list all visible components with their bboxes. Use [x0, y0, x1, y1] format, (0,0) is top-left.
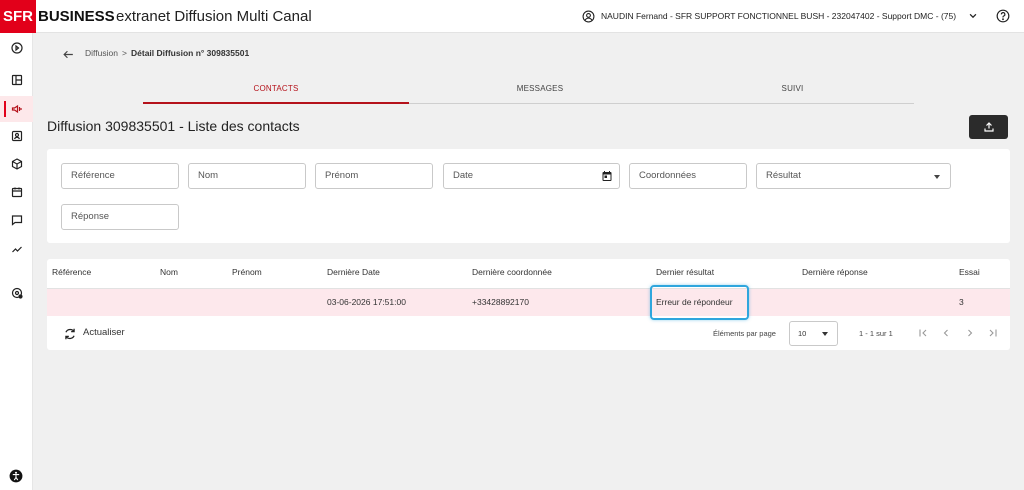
sidebar-item-dashboard[interactable]: [0, 67, 33, 93]
contacts-icon: [11, 130, 22, 142]
prenom-filter-input[interactable]: Prénom: [315, 163, 433, 189]
package-icon: [11, 158, 22, 170]
top-bar: SFR BUSINESS extranet Diffusion Multi Ca…: [0, 0, 1024, 33]
reponse-filter-input[interactable]: Réponse: [61, 204, 179, 230]
page-title: Diffusion 309835501 - Liste des contacts: [47, 118, 300, 134]
sidebar-item-calendar[interactable]: [0, 179, 33, 205]
business-logo-text: BUSINESS: [38, 8, 115, 25]
settings-icon: [11, 287, 23, 299]
chevron-down-icon[interactable]: [968, 11, 978, 21]
upload-icon: [983, 122, 994, 132]
tab-suivi[interactable]: SUIVI: [671, 78, 914, 104]
resultat-filter-select[interactable]: Résultat: [756, 163, 951, 189]
coordonnees-filter-input[interactable]: Coordonnées: [629, 163, 747, 189]
back-arrow-icon[interactable]: [62, 48, 75, 61]
accessibility-icon[interactable]: [9, 469, 23, 483]
column-header-essai[interactable]: Essai: [959, 267, 980, 277]
user-account-icon[interactable]: [582, 10, 595, 23]
cell-focus-outline: [650, 285, 749, 320]
sidebar-item-stats[interactable]: [0, 236, 33, 262]
next-page-icon[interactable]: [964, 327, 976, 339]
campaign-icon: [11, 104, 22, 114]
dashboard-icon: [11, 74, 22, 86]
column-header-derniere-date[interactable]: Dernière Date: [327, 267, 380, 277]
first-page-icon[interactable]: [917, 327, 929, 339]
trending-icon: [11, 246, 22, 253]
calendar-picker-icon[interactable]: [601, 170, 613, 182]
refresh-button[interactable]: Actualiser: [83, 327, 125, 338]
chat-icon: [11, 215, 22, 226]
export-button[interactable]: [969, 115, 1008, 139]
column-header-reference[interactable]: Référence: [52, 267, 91, 277]
user-account-label[interactable]: NAUDIN Fernand - SFR SUPPORT FONCTIONNEL…: [601, 0, 956, 33]
breadcrumb-separator: >: [122, 48, 127, 58]
nom-filter-input[interactable]: Nom: [188, 163, 306, 189]
cell-derniere-coordonnee: +33428892170: [472, 297, 529, 307]
column-header-derniere-reponse[interactable]: Dernière réponse: [802, 267, 868, 277]
reference-filter-input[interactable]: Référence: [61, 163, 179, 189]
items-per-page-value: 10: [798, 329, 807, 338]
date-filter-input[interactable]: Date: [443, 163, 620, 189]
sidebar-item-diffusion[interactable]: [0, 96, 33, 122]
help-icon[interactable]: [996, 9, 1010, 23]
app-title: extranet Diffusion Multi Canal: [116, 8, 312, 25]
cell-essai: 3: [959, 297, 964, 307]
cell-derniere-date: 03-06-2026 17:51:00: [327, 297, 406, 307]
last-page-icon[interactable]: [987, 327, 999, 339]
breadcrumb-current: Détail Diffusion n° 309835501: [131, 48, 250, 58]
previous-page-icon[interactable]: [940, 327, 952, 339]
calendar-icon: [11, 187, 22, 198]
breadcrumb-link-diffusion[interactable]: Diffusion: [85, 48, 118, 58]
sidebar-nav: [0, 33, 33, 490]
dropdown-caret-icon: [822, 332, 828, 336]
column-header-prenom[interactable]: Prénom: [232, 267, 262, 277]
resultat-filter-placeholder: Résultat: [766, 170, 801, 181]
sidebar-item-packages[interactable]: [0, 151, 33, 177]
dropdown-caret-icon: [934, 175, 940, 179]
date-filter-placeholder: Date: [453, 170, 474, 181]
column-header-dernier-resultat[interactable]: Dernier résultat: [656, 267, 714, 277]
tab-messages[interactable]: MESSAGES: [409, 78, 671, 104]
play-circle-icon: [10, 42, 23, 54]
sidebar-item-home[interactable]: [0, 35, 33, 61]
column-header-derniere-coordonnee[interactable]: Dernière coordonnée: [472, 267, 552, 277]
sidebar-item-settings[interactable]: [0, 280, 33, 306]
sfr-logo[interactable]: SFR: [0, 0, 36, 33]
items-per-page-label: Éléments par page: [713, 329, 776, 338]
tab-contacts[interactable]: CONTACTS: [143, 78, 409, 104]
column-header-nom[interactable]: Nom: [160, 267, 178, 277]
sidebar-item-messages[interactable]: [0, 207, 33, 233]
items-per-page-select[interactable]: 10: [789, 321, 838, 346]
refresh-icon[interactable]: [63, 327, 77, 341]
sidebar-item-contacts[interactable]: [0, 123, 33, 149]
pagination-range: 1 - 1 sur 1: [859, 329, 893, 338]
